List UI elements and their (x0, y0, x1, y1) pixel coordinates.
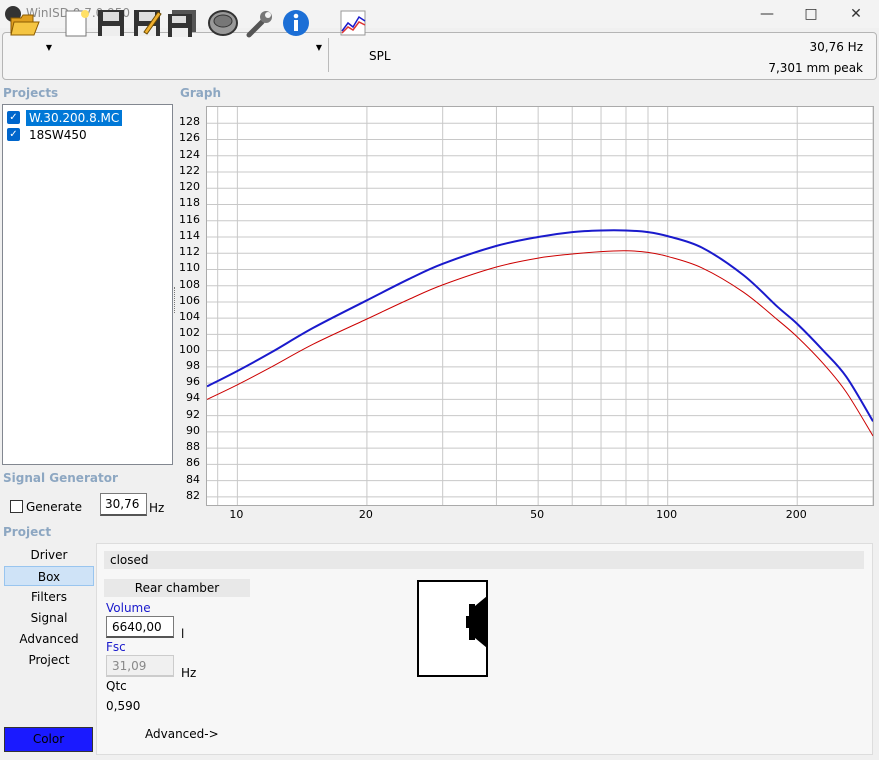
y-tick-label: 112 (179, 245, 200, 259)
y-tick-label: 86 (186, 456, 200, 470)
y-tick-label: 118 (179, 196, 200, 210)
checkbox-checked-icon[interactable]: ✓ (7, 111, 20, 124)
y-tick-label: 92 (186, 407, 200, 421)
y-tick-label: 88 (186, 440, 200, 454)
save-all-icon[interactable] (165, 6, 199, 40)
toolbar-separator (328, 38, 329, 72)
generate-checkbox[interactable] (10, 500, 23, 513)
y-tick-label: 116 (179, 212, 200, 226)
qtc-value: 0,590 (106, 699, 141, 713)
project-heading: Project (3, 525, 52, 539)
projects-heading: Projects (3, 86, 59, 100)
y-tick-label: 98 (186, 358, 200, 372)
y-tick-label: 126 (179, 131, 200, 145)
y-tick-label: 102 (179, 326, 200, 340)
open-folder-icon[interactable] (8, 6, 42, 40)
graph-heading: Graph (180, 86, 221, 100)
volume-input[interactable]: 6640,00 (106, 616, 174, 638)
maximize-button[interactable]: □ (788, 0, 834, 28)
project-item[interactable]: ✓ 18SW450 (7, 126, 90, 143)
speaker-driver-icon[interactable] (206, 6, 240, 40)
y-tick-label: 124 (179, 147, 200, 161)
minimize-button[interactable]: — (744, 0, 790, 28)
info-icon[interactable] (279, 6, 313, 40)
nav-driver[interactable]: Driver (4, 545, 94, 565)
y-tick-label: 104 (179, 310, 200, 324)
fsc-input: 31,09 (106, 655, 174, 677)
y-tick-label: 100 (179, 342, 200, 356)
project-item-label[interactable]: W.30.200.8.MC (26, 109, 123, 126)
wrench-icon[interactable] (243, 6, 277, 40)
nav-project[interactable]: Project (4, 650, 94, 670)
volume-label: Volume (106, 601, 151, 615)
project-item[interactable]: ✓ W.30.200.8.MC (7, 109, 123, 126)
y-tick-label: 96 (186, 375, 200, 389)
color-button[interactable]: Color (4, 727, 93, 752)
advanced-link[interactable]: Advanced-> (145, 727, 219, 741)
generator-unit-label: Hz (149, 501, 165, 515)
x-tick-label: 100 (656, 508, 678, 521)
y-tick-label: 84 (186, 472, 200, 486)
signal-generator-heading: Signal Generator (3, 471, 118, 485)
close-button[interactable]: ✕ (833, 0, 879, 28)
y-tick-label: 110 (179, 261, 200, 275)
rear-chamber-header: Rear chamber (104, 579, 250, 597)
y-tick-label: 122 (179, 163, 200, 177)
volume-unit: l (181, 627, 185, 641)
generator-frequency-input[interactable]: 30,76 (100, 493, 147, 516)
box-type-selector[interactable]: closed (104, 551, 864, 569)
projects-list[interactable]: ✓ W.30.200.8.MC ✓ 18SW450 (2, 104, 173, 465)
open-dropdown-chevron-icon[interactable]: ▼ (44, 30, 54, 64)
y-tick-label: 90 (186, 423, 200, 437)
nav-signal[interactable]: Signal (4, 608, 94, 628)
generate-label[interactable]: Generate (26, 500, 82, 514)
x-tick-label: 200 (785, 508, 807, 521)
y-tick-label: 114 (179, 228, 200, 242)
spl-label[interactable]: SPL (369, 49, 391, 63)
qtc-label: Qtc (106, 679, 127, 693)
x-tick-label: 10 (229, 508, 244, 521)
save-icon[interactable] (94, 6, 128, 40)
frequency-readout: 30,76 Hz (809, 40, 864, 54)
box-diagram (417, 580, 488, 677)
save-as-icon[interactable] (130, 6, 164, 40)
spl-chart (206, 107, 874, 505)
x-tick-label: 50 (530, 508, 545, 521)
y-tick-label: 82 (186, 488, 200, 502)
y-tick-label: 94 (186, 391, 200, 405)
fsc-unit: Hz (181, 666, 197, 680)
y-tick-label: 106 (179, 293, 200, 307)
checkbox-checked-icon[interactable]: ✓ (7, 128, 20, 141)
nav-box[interactable]: Box (4, 566, 94, 586)
y-axis-labels: 82 84 86 88 90 92 94 96 98 100 102 104 106 108 110 112 1… (176, 106, 204, 506)
nav-filters[interactable]: Filters (4, 587, 94, 607)
info-dropdown-chevron-icon[interactable]: ▼ (314, 30, 324, 64)
y-tick-label: 128 (179, 115, 200, 129)
series-line-2 (206, 250, 874, 437)
spl-graph[interactable] (206, 106, 874, 506)
y-tick-label: 120 (179, 180, 200, 194)
nav-advanced[interactable]: Advanced (4, 629, 94, 649)
speaker-driver-diagram-icon (466, 596, 486, 648)
new-document-icon[interactable] (58, 6, 92, 40)
spl-chart-icon[interactable] (336, 6, 370, 40)
project-item-label[interactable]: 18SW450 (26, 127, 90, 143)
y-tick-label: 108 (179, 277, 200, 291)
x-axis-labels: 10 20 50 100 200 (206, 506, 874, 522)
series-line-1 (206, 229, 874, 422)
fsc-label: Fsc (106, 640, 126, 654)
excursion-readout: 7,301 mm peak (768, 61, 863, 75)
x-tick-label: 20 (358, 508, 373, 521)
